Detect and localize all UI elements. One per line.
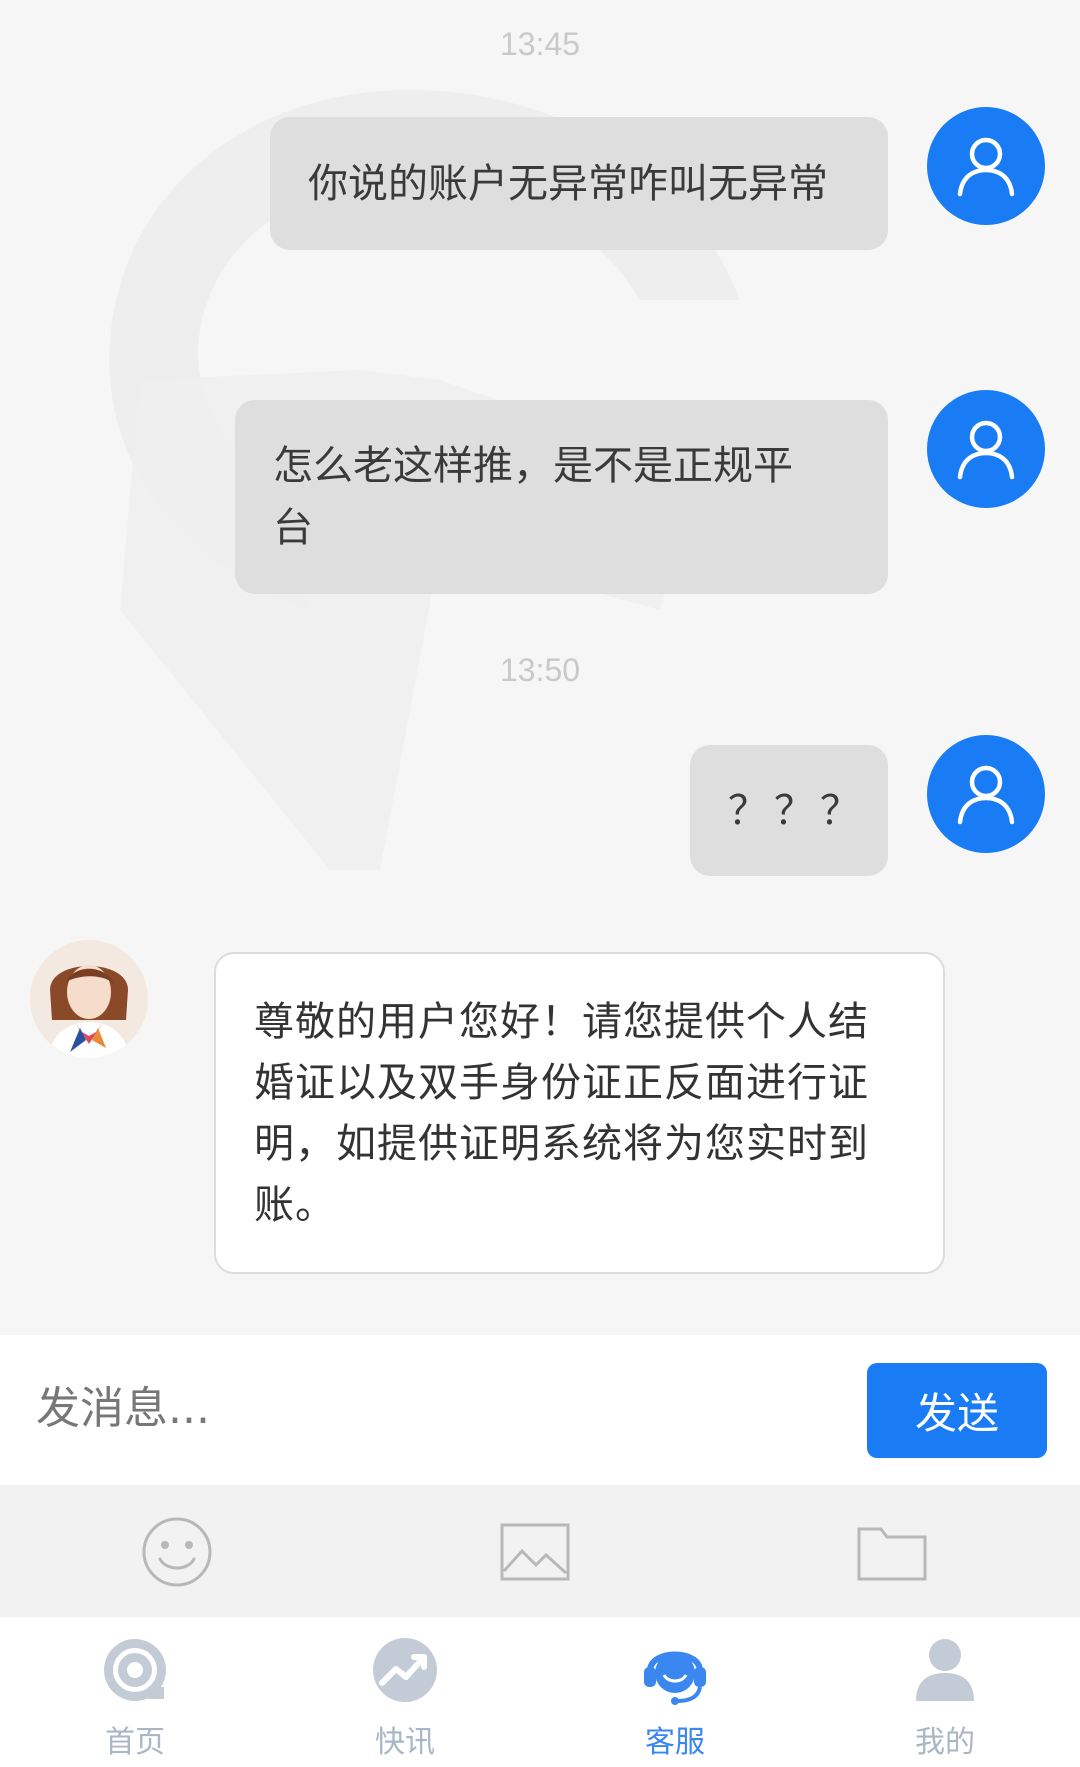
bottom-nav: 首页 快讯 客服 我的	[0, 1617, 1080, 1767]
customer-service-icon	[644, 1651, 706, 1705]
timestamp: 13:45	[499, 26, 581, 62]
nav-label: 客服	[645, 1725, 705, 1760]
timestamp: 13:50	[499, 652, 581, 688]
trend-icon	[373, 1638, 437, 1702]
user-icon	[957, 137, 1015, 197]
outgoing-message: ？？？	[690, 745, 888, 876]
folder-icon[interactable]	[855, 1515, 929, 1589]
nav-label: 快讯	[375, 1725, 435, 1760]
message-text: 怎么老这样推，是不是正规平	[273, 443, 793, 489]
send-button[interactable]: 发送	[867, 1363, 1047, 1458]
profile-icon	[916, 1639, 974, 1701]
incoming-message: 尊敬的用户您好！请您提供个人结 婚证以及双手身份证正反面进行证 明，如提供证明系…	[214, 952, 945, 1274]
nav-label: 我的	[915, 1725, 975, 1760]
message-text: 台	[273, 505, 313, 551]
message-text: 尊敬的用户您好！请您提供个人结	[254, 999, 869, 1045]
message-text: ？？？	[728, 787, 866, 834]
home-icon	[104, 1639, 166, 1701]
user-icon	[957, 765, 1015, 825]
message-text: 你说的账户无异常咋叫无异常	[308, 160, 828, 207]
attachment-toolbar	[0, 1485, 1080, 1617]
agent-photo	[30, 940, 148, 1058]
message-text: 账。	[254, 1182, 336, 1228]
message-input-bar: 发送	[0, 1335, 1080, 1485]
nav-item-home[interactable]: 首页	[0, 1617, 270, 1767]
message-input[interactable]	[36, 1363, 836, 1453]
outgoing-message: 怎么老这样推，是不是正规平 台	[235, 400, 888, 594]
message-text: 婚证以及双手身份证正反面进行证	[254, 1060, 869, 1106]
emoji-icon[interactable]	[140, 1515, 214, 1589]
user-icon	[957, 420, 1015, 480]
nav-item-service[interactable]: 客服	[540, 1617, 810, 1767]
user-avatar[interactable]	[927, 390, 1045, 508]
agent-avatar[interactable]	[30, 940, 148, 1058]
user-avatar[interactable]	[927, 735, 1045, 853]
nav-item-news[interactable]: 快讯	[270, 1617, 540, 1767]
message-text: 明，如提供证明系统将为您实时到	[254, 1121, 869, 1167]
chat-area[interactable]: 13:45 你说的账户无异常咋叫无异常 怎么老这样推，是不是正规平 台 13:5…	[0, 0, 1080, 1335]
outgoing-message: 你说的账户无异常咋叫无异常	[270, 117, 888, 250]
nav-label: 首页	[105, 1725, 165, 1760]
image-icon[interactable]	[498, 1515, 572, 1589]
user-avatar[interactable]	[927, 107, 1045, 225]
nav-item-profile[interactable]: 我的	[810, 1617, 1080, 1767]
